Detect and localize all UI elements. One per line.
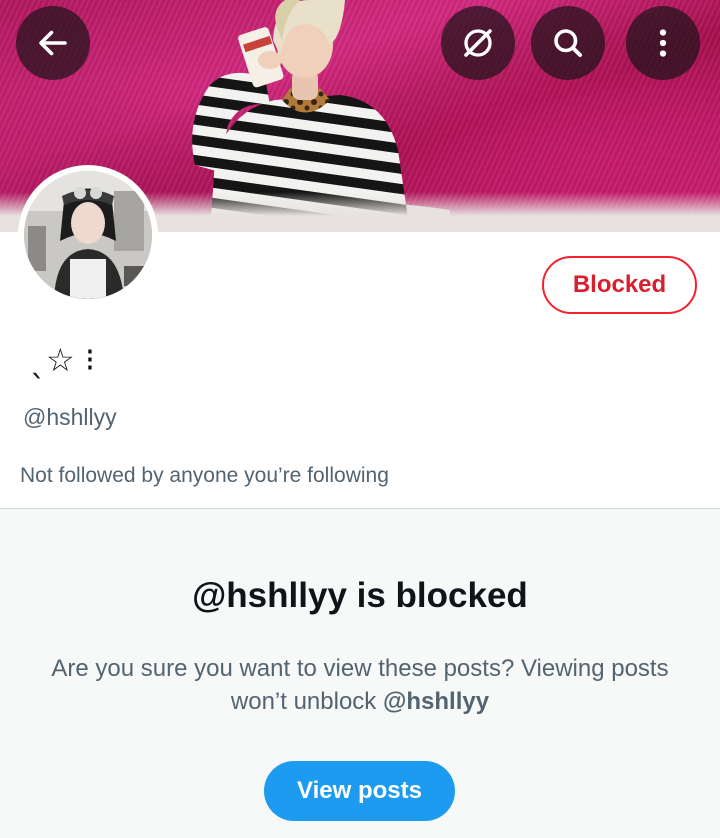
avatar-photo xyxy=(24,171,152,299)
blocked-button[interactable]: Blocked xyxy=(542,256,697,314)
search-button[interactable] xyxy=(531,6,605,80)
blocked-notice-title: @hshllyy is blocked xyxy=(192,576,528,615)
blocked-description-handle: @hshllyy xyxy=(382,688,490,715)
view-posts-button[interactable]: View posts xyxy=(264,761,455,821)
back-button[interactable] xyxy=(16,6,90,80)
followers-you-know-note: Not followed by anyone you’re following xyxy=(20,464,389,487)
more-vertical-icon xyxy=(659,29,667,57)
grok-button[interactable] xyxy=(441,6,515,80)
blocked-description-text: Are you sure you want to view these post… xyxy=(51,655,669,715)
back-arrow-icon xyxy=(39,30,67,56)
profile-avatar[interactable] xyxy=(18,165,158,305)
grok-icon xyxy=(464,29,492,57)
search-icon xyxy=(554,29,582,57)
profile-handle: @hshllyy xyxy=(23,404,117,430)
display-name: ˎ☆ ⁝ xyxy=(30,341,96,379)
more-button[interactable] xyxy=(626,6,700,80)
blocked-notice-description: Are you sure you want to view these post… xyxy=(40,652,680,718)
